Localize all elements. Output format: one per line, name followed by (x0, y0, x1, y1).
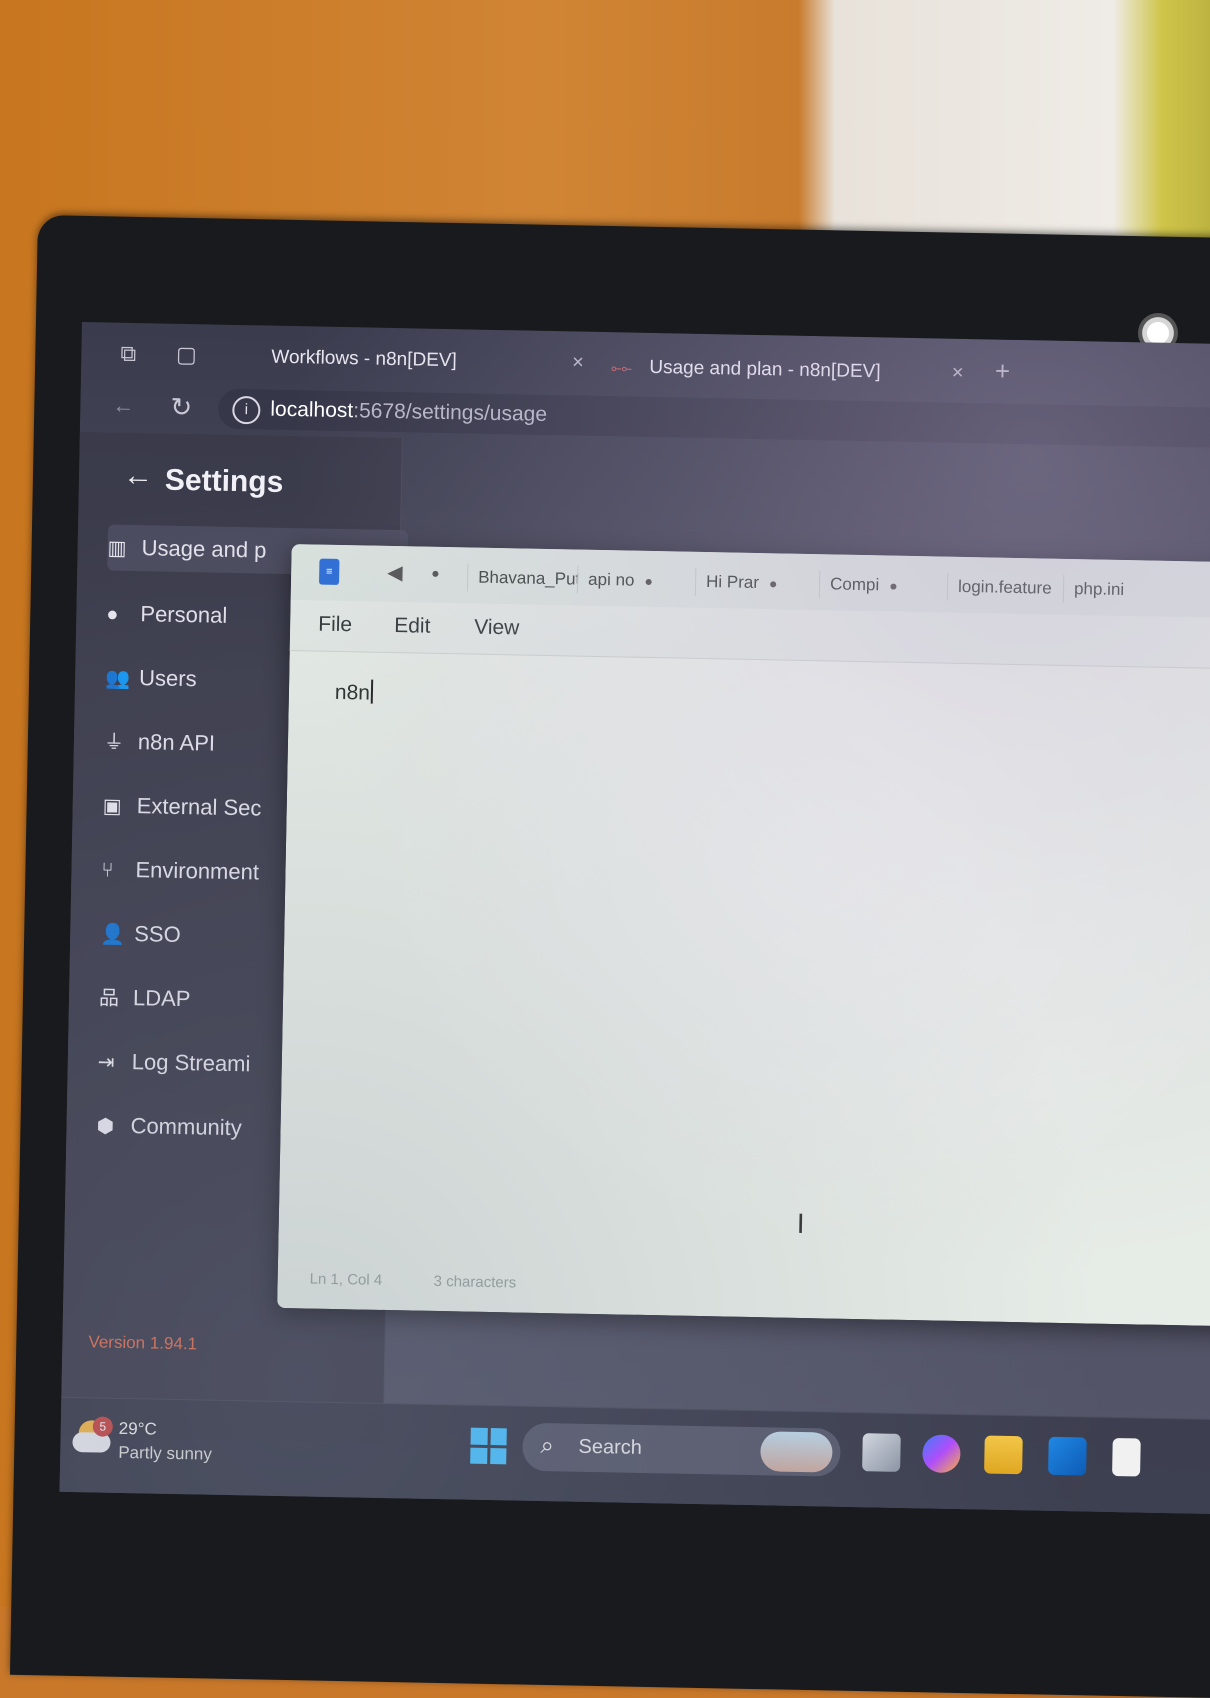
text-caret (370, 679, 374, 704)
notepad-text-area[interactable]: n8n (335, 679, 374, 706)
laptop-screen: ⧉ ▢ Workflows - n8n[DEV] × ⟜⟜ Usage and … (59, 322, 1210, 1515)
page-title: Settings (164, 463, 284, 499)
notepad-content: n8n (334, 680, 371, 705)
users-icon: 👥 (104, 667, 131, 690)
vault-icon: ▣ (102, 795, 122, 818)
notepad-tab-label: Hi Prar (705, 572, 760, 593)
sidebar-item-label: Log Streami (131, 1049, 251, 1077)
notepad-tab-label: api no (587, 569, 635, 590)
tab-usage-and-plan[interactable]: ⟜⟜ Usage and plan - n8n[DEV] × + (611, 346, 1010, 388)
user-lock-icon: 👤 (100, 923, 126, 946)
git-branch-icon: ⑂ (101, 859, 114, 882)
close-icon[interactable]: × (952, 362, 964, 384)
temperature: 29°C (118, 1418, 157, 1439)
windows-logo-pane (490, 1428, 507, 1445)
search-icon: ⌕ (540, 1432, 555, 1460)
notepad-tab[interactable]: Bhavana_Put (466, 563, 579, 594)
menu-edit[interactable]: Edit (394, 614, 431, 639)
notepad-tab-label: Bhavana_Put (477, 567, 579, 589)
notepad-tab-label: login.feature (957, 576, 1052, 598)
notepad-status-bar: Ln 1, Col 4 3 characters (277, 1260, 1210, 1319)
notepad-app-icon: ≡ (319, 558, 340, 585)
notepad-tab[interactable]: login.feature (946, 572, 1067, 603)
sidebar-item-label: External Sec (136, 793, 262, 821)
site-info-icon[interactable]: i (232, 395, 261, 425)
tab-title: Workflows - n8n[DEV] (271, 346, 458, 372)
url-host: localhost (270, 397, 354, 423)
version-label: Version 1.94.1 (88, 1332, 198, 1354)
notepad-tab[interactable]: php.ini (1062, 574, 1155, 605)
notepad-tab[interactable]: Compi ● (818, 570, 931, 601)
notepad-tab-label: Compi (829, 574, 880, 595)
tab-title: Usage and plan - n8n[DEV] (649, 356, 881, 383)
sidebar-item-label: n8n API (137, 729, 216, 756)
i-beam-cursor-icon: I (796, 1207, 805, 1240)
task-view-icon[interactable] (862, 1433, 901, 1472)
unsaved-dot-icon: ● (644, 572, 654, 590)
sidebar-item-label: Community (130, 1113, 243, 1141)
network-icon: 品 (98, 987, 120, 1010)
sign-in-icon: ⇥ (97, 1051, 115, 1074)
windows-logo-pane (470, 1447, 487, 1464)
unsaved-dot-icon: ● (889, 577, 898, 594)
notepad-tab[interactable]: api no ● (576, 565, 685, 596)
sidebar-item-label: Personal (140, 601, 228, 628)
scroll-left-icon[interactable]: ◀ (387, 560, 403, 585)
unsaved-dot-icon: ● (768, 575, 778, 592)
menu-file[interactable]: File (318, 613, 352, 638)
search-label: Search (578, 1435, 643, 1459)
close-icon[interactable]: × (572, 351, 584, 373)
url-path: :5678/settings/usage (353, 399, 548, 426)
windows-logo-pane (470, 1427, 488, 1445)
back-icon[interactable]: ← (110, 393, 136, 419)
back-arrow-icon[interactable]: ← (123, 459, 154, 494)
user-circle-icon: ● (106, 603, 119, 626)
menu-view[interactable]: View (474, 616, 520, 641)
workspaces-icon[interactable]: ⧉ (115, 341, 141, 367)
reload-icon[interactable]: ↻ (168, 392, 194, 422)
sidebar-item-label: Usage and p (141, 535, 267, 563)
notepad-taskbar-icon[interactable] (1112, 1437, 1141, 1477)
search-highlight-image (760, 1431, 833, 1473)
cursor-position: Ln 1, Col 4 (309, 1270, 383, 1289)
notepad-tab-label: php.ini (1073, 579, 1125, 600)
plug-icon: ⏚ (103, 731, 125, 754)
outlook-icon[interactable] (1048, 1436, 1087, 1476)
dot-icon: ● (431, 564, 440, 581)
windows-logo-pane (489, 1447, 507, 1465)
tab-actions-icon[interactable]: ▢ (173, 342, 199, 368)
weather-condition: Partly sunny (118, 1442, 213, 1464)
cube-icon: ⬢ (96, 1115, 115, 1138)
weather-badge: 5 (92, 1416, 113, 1437)
sidebar-item-label: LDAP (132, 985, 191, 1012)
taskbar-search[interactable]: ⌕ Search (522, 1422, 841, 1477)
tab-workflows[interactable]: Workflows - n8n[DEV] × (271, 340, 584, 380)
sidebar-item-label: SSO (134, 921, 181, 948)
copilot-icon[interactable] (922, 1434, 961, 1474)
sidebar-item-label: Users (138, 665, 197, 692)
n8n-logo-icon: ⟜⟜ (611, 360, 633, 376)
weather-widget[interactable]: 5 (72, 1416, 113, 1457)
character-count: 3 characters (433, 1272, 517, 1292)
start-button[interactable] (470, 1427, 507, 1465)
notepad-window: ≡ ◀ ● Bhavana_Put api no ● Hi Prar ● Compi… (277, 544, 1210, 1327)
bar-chart-icon: ▥ (107, 537, 127, 560)
notepad-tab[interactable]: Hi Prar ● (694, 567, 807, 598)
new-tab-button[interactable]: + (995, 356, 1011, 386)
sidebar-item-label: Environment (135, 857, 260, 885)
file-explorer-icon[interactable] (984, 1435, 1023, 1475)
